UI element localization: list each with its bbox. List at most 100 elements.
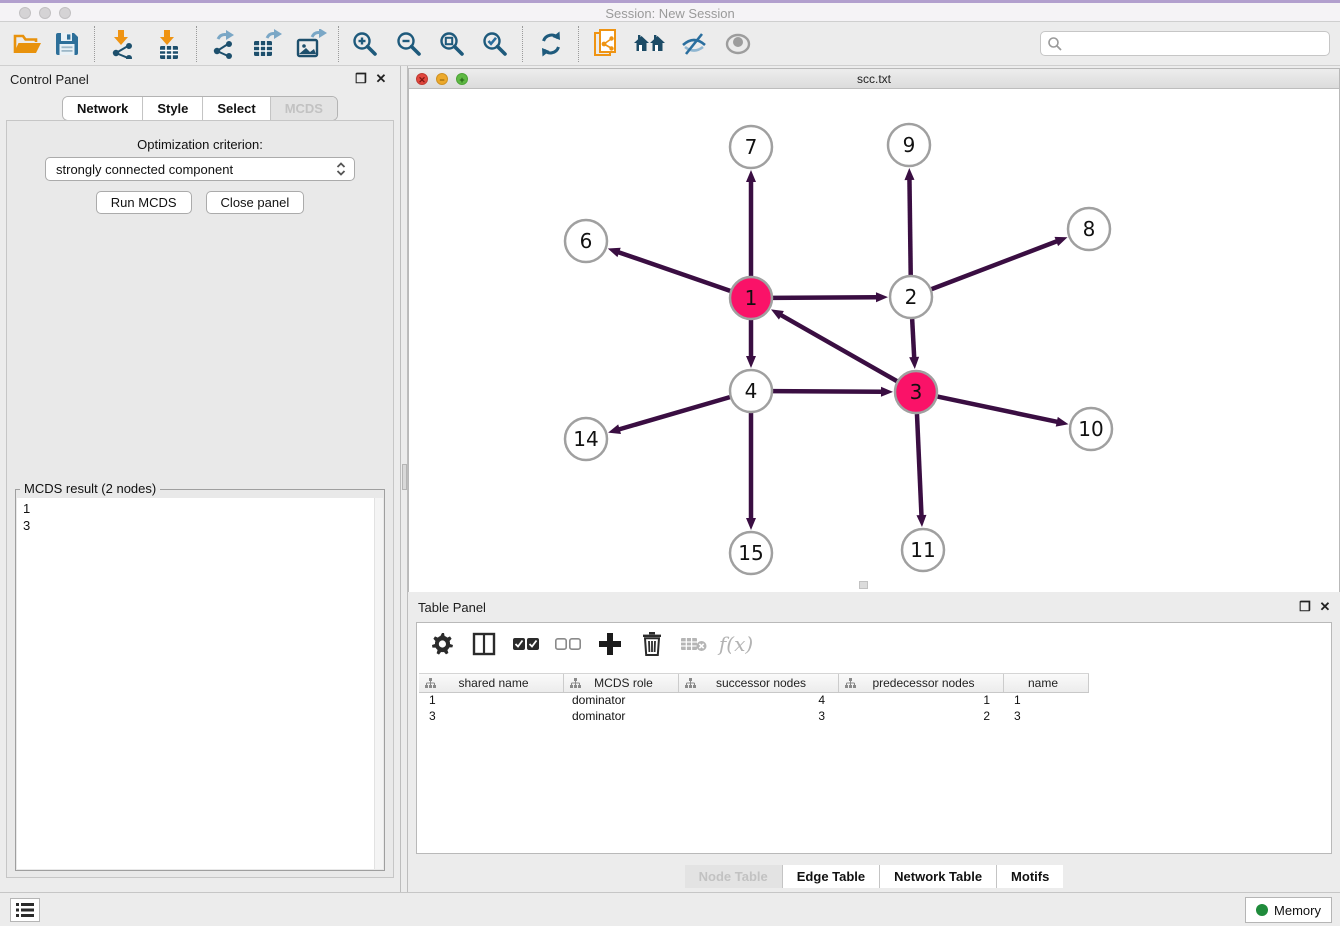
graph-node-11[interactable]: 11 (902, 529, 944, 571)
table-cell: 1 (839, 693, 1004, 709)
tab-network[interactable]: Network (63, 97, 142, 120)
memory-button[interactable]: Memory (1245, 897, 1332, 923)
delete-trash-icon[interactable] (639, 631, 665, 657)
import-network-icon[interactable] (104, 28, 142, 60)
hide-selected-eye-icon[interactable] (675, 28, 713, 60)
toolbar-separator (94, 26, 95, 62)
export-image-icon[interactable] (292, 28, 330, 60)
graph-edge-2-3[interactable] (912, 319, 914, 358)
table-cell: 3 (1004, 709, 1089, 725)
tab-edge-table[interactable]: Edge Table (782, 865, 879, 888)
graph-edge-2-9[interactable] (909, 179, 910, 275)
zoom-selected-icon[interactable] (476, 28, 514, 60)
zoom-in-icon[interactable] (346, 28, 384, 60)
result-scrollbar[interactable] (374, 498, 383, 869)
close-panel-button[interactable]: Close panel (206, 191, 305, 214)
add-column-plus-icon[interactable] (597, 631, 623, 657)
float-panel-icon[interactable]: ❒ (354, 72, 368, 86)
graph-node-3[interactable]: 3 (895, 371, 937, 413)
column-hierarchy-icon (570, 678, 581, 689)
graph-node-10[interactable]: 10 (1070, 408, 1112, 450)
application-window: Session: New Session (0, 0, 1340, 926)
search-box[interactable] (1040, 31, 1330, 56)
graph-node-label: 15 (738, 541, 763, 565)
mcds-result-text[interactable]: 1 3 (17, 498, 383, 869)
open-session-icon[interactable] (8, 28, 46, 60)
graph-node-label: 2 (905, 285, 918, 309)
graph-edge-3-10[interactable] (938, 397, 1058, 422)
column-header[interactable]: successor nodes (679, 674, 839, 692)
graph-edge-3-11[interactable] (917, 414, 922, 516)
first-neighbors-icon[interactable] (631, 28, 669, 60)
select-all-icon[interactable] (513, 631, 539, 657)
save-session-icon[interactable] (48, 28, 86, 60)
optimization-criterion-select[interactable]: strongly connected component (45, 157, 355, 181)
graph-node-4[interactable]: 4 (730, 370, 772, 412)
zoom-out-icon[interactable] (390, 28, 428, 60)
graph-node-14[interactable]: 14 (565, 418, 607, 460)
search-input[interactable] (1063, 36, 1329, 51)
graph-edge-4-14[interactable] (619, 397, 730, 429)
graph-node-label: 1 (745, 286, 758, 310)
column-header[interactable]: predecessor nodes (839, 674, 1004, 692)
splitter-grip[interactable] (402, 464, 407, 490)
close-table-panel-icon[interactable]: ✕ (1318, 600, 1332, 614)
close-panel-icon[interactable]: ✕ (374, 72, 388, 86)
table-row[interactable]: 1dominator411 (419, 693, 1089, 709)
export-network-icon[interactable] (204, 28, 242, 60)
list-icon (16, 903, 34, 917)
column-header-label: predecessor nodes (856, 676, 1003, 690)
network-graph[interactable]: 7 9 6 8 1 2 4 3 14 10 15 11 (409, 89, 1339, 592)
run-mcds-button[interactable]: Run MCDS (96, 191, 192, 214)
graph-edge-1-2[interactable] (773, 297, 877, 298)
table-settings-gear-icon[interactable] (429, 631, 455, 657)
zoom-fit-icon[interactable] (433, 28, 471, 60)
graph-node-6[interactable]: 6 (565, 220, 607, 262)
task-history-button[interactable] (10, 898, 40, 922)
table-row[interactable]: 3dominator323 (419, 709, 1089, 725)
mcds-result-title: MCDS result (2 nodes) (20, 481, 160, 496)
graph-node-2[interactable]: 2 (890, 276, 932, 318)
graph-node-7[interactable]: 7 (730, 126, 772, 168)
show-columns-icon[interactable] (471, 631, 497, 657)
optimization-criterion-label: Optimization criterion: (7, 137, 393, 152)
network-window-titlebar: ✕ − + scc.txt (409, 69, 1339, 89)
column-header[interactable]: shared name (419, 674, 564, 692)
graph-node-label: 3 (910, 380, 923, 404)
status-bar: Memory (0, 892, 1340, 926)
graph-edge-4-3[interactable] (773, 391, 882, 392)
node-table-rows: 1dominator4113dominator323 (419, 693, 1089, 725)
clone-network-icon[interactable] (588, 28, 626, 60)
table-cell: dominator (564, 693, 679, 709)
graph-node-1[interactable]: 1 (730, 277, 772, 319)
tab-select[interactable]: Select (202, 97, 269, 120)
tab-node-table[interactable]: Node Table (685, 865, 782, 888)
table-cell: 1 (419, 693, 564, 709)
table-panel-tabs: Node Table Edge Table Network Table Moti… (408, 865, 1340, 888)
column-header[interactable]: name (1004, 674, 1089, 692)
export-table-icon[interactable] (248, 28, 286, 60)
tab-network-table[interactable]: Network Table (879, 865, 996, 888)
apply-layout-icon[interactable] (532, 28, 570, 60)
network-canvas[interactable]: 7 9 6 8 1 2 4 3 14 10 15 11 (409, 89, 1339, 592)
tab-mcds[interactable]: MCDS (270, 97, 337, 120)
graph-node-8[interactable]: 8 (1068, 208, 1110, 250)
deselect-all-icon[interactable] (555, 631, 581, 657)
graph-node-9[interactable]: 9 (888, 124, 930, 166)
graph-edge-3-1[interactable] (781, 315, 897, 381)
control-panel-title: Control Panel (10, 72, 89, 87)
tab-style[interactable]: Style (142, 97, 202, 120)
float-table-panel-icon[interactable]: ❒ (1298, 600, 1312, 614)
tab-motifs[interactable]: Motifs (996, 865, 1063, 888)
column-header[interactable]: MCDS role (564, 674, 679, 692)
graph-node-15[interactable]: 15 (730, 532, 772, 574)
panel-splitter[interactable] (400, 66, 408, 892)
graph-edge-2-8[interactable] (932, 241, 1058, 289)
node-table: shared nameMCDS rolesuccessor nodes prede… (419, 673, 1089, 725)
graph-edge-1-6[interactable] (618, 252, 730, 291)
show-all-eye-icon (719, 28, 757, 60)
canvas-scroll-nub[interactable] (859, 581, 868, 589)
window-titlebar: Session: New Session (0, 0, 1340, 22)
control-panel: Control Panel ❒ ✕ Network Style Select M… (0, 66, 400, 892)
import-table-icon[interactable] (150, 28, 188, 60)
